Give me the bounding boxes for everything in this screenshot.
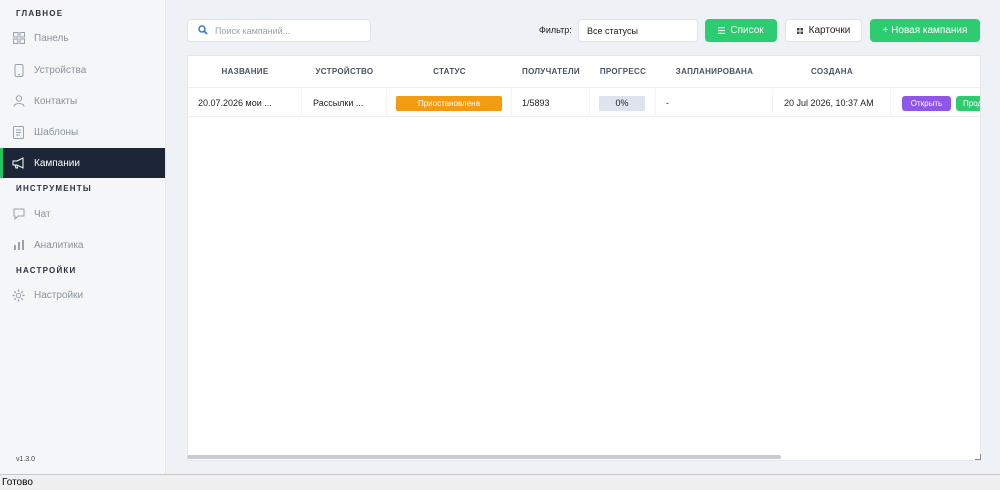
sidebar-item-analytics[interactable]: Аналитика (0, 230, 165, 260)
resize-grip-icon[interactable] (975, 454, 981, 460)
list-icon (718, 27, 726, 34)
search-icon (198, 22, 208, 40)
column-header-device[interactable]: УСТРОЙСТВО (302, 67, 387, 76)
status-text: Готово (2, 477, 33, 488)
sidebar-item-devices[interactable]: Устройства (0, 55, 165, 85)
sidebar-item-dashboard[interactable]: Панель (0, 23, 165, 53)
cell-progress: 0% (590, 89, 656, 117)
status-bar: Готово (0, 474, 1000, 490)
megaphone-icon (12, 157, 25, 170)
column-header-name[interactable]: НАЗВАНИЕ (188, 67, 302, 76)
cell-name: 20.07.2026 мои ... (188, 89, 302, 117)
gear-icon (12, 289, 25, 302)
sidebar-item-label: Кампании (34, 157, 80, 169)
chat-icon (12, 208, 25, 221)
sidebar-item-chat[interactable]: Чат (0, 199, 165, 229)
sidebar-item-label: Аналитика (34, 239, 84, 251)
list-view-button[interactable]: Список (705, 19, 777, 42)
sidebar-item-label: Настройки (34, 289, 84, 301)
sidebar-item-settings[interactable]: Настройки (0, 280, 165, 310)
header-divider (188, 87, 980, 88)
new-campaign-button[interactable]: + Новая кампания (870, 19, 980, 42)
column-header-recipients[interactable]: ПОЛУЧАТЕЛИ (512, 67, 590, 76)
open-button[interactable]: Открыть (902, 96, 951, 111)
column-header-status[interactable]: СТАТУС (387, 67, 512, 76)
sidebar-item-label: Чат (34, 208, 51, 220)
sidebar-item-campaigns[interactable]: Кампании (0, 148, 165, 178)
column-header-scheduled[interactable]: ЗАПЛАНИРОВАНА (656, 67, 773, 76)
status-badge: Приостановлена (396, 95, 502, 111)
progress-bar: 0% (599, 95, 645, 111)
phone-icon (12, 63, 25, 77)
cell-scheduled: - (656, 89, 773, 117)
sidebar-item-label: Устройства (34, 64, 87, 76)
cards-view-button[interactable]: Карточки (785, 19, 862, 42)
document-icon (12, 125, 25, 139)
section-title-main: ГЛАВНОЕ (16, 9, 64, 18)
sidebar-item-contacts[interactable]: Контакты (0, 86, 165, 116)
search-input[interactable] (215, 25, 365, 36)
continue-button[interactable]: Продолжить (956, 96, 980, 111)
table-row[interactable]: 20.07.2026 мои ... Рассылки ... Приостан… (188, 89, 980, 117)
column-header-progress[interactable]: ПРОГРЕСС (590, 67, 656, 76)
filter-label: Фильтр: (539, 25, 572, 35)
section-title-settings: НАСТРОЙКИ (16, 266, 77, 275)
status-filter-select[interactable]: Все статусы (578, 19, 698, 42)
cards-view-label: Карточки (808, 25, 851, 36)
sidebar: ГЛАВНОЕ Панель Устройства Контакты Шабло… (0, 0, 166, 474)
search-box[interactable] (187, 19, 371, 42)
cell-recipients: 1/5893 (512, 89, 590, 117)
horizontal-scrollbar[interactable] (187, 455, 781, 459)
grid-icon (12, 32, 25, 45)
cell-status: Приостановлена (387, 89, 512, 117)
sidebar-item-label: Панель (34, 32, 69, 44)
user-icon (12, 95, 25, 108)
app-version: v1.3.0 (16, 456, 36, 463)
section-title-tools: ИНСТРУМЕНТЫ (16, 184, 92, 193)
sidebar-item-label: Шаблоны (34, 126, 79, 138)
bar-chart-icon (12, 239, 25, 252)
sidebar-item-templates[interactable]: Шаблоны (0, 117, 165, 147)
column-header-created[interactable]: СОЗДАНА (773, 67, 891, 76)
sidebar-item-label: Контакты (34, 95, 78, 107)
cards-icon (796, 27, 803, 34)
cell-device: Рассылки ... (302, 89, 387, 117)
cell-created: 20 Jul 2026, 10:37 AM (773, 89, 891, 117)
status-filter-value: Все статусы (587, 25, 638, 36)
campaigns-table: НАЗВАНИЕ УСТРОЙСТВО СТАТУС ПОЛУЧАТЕЛИ ПР… (187, 55, 981, 461)
list-view-label: Список (730, 25, 764, 36)
